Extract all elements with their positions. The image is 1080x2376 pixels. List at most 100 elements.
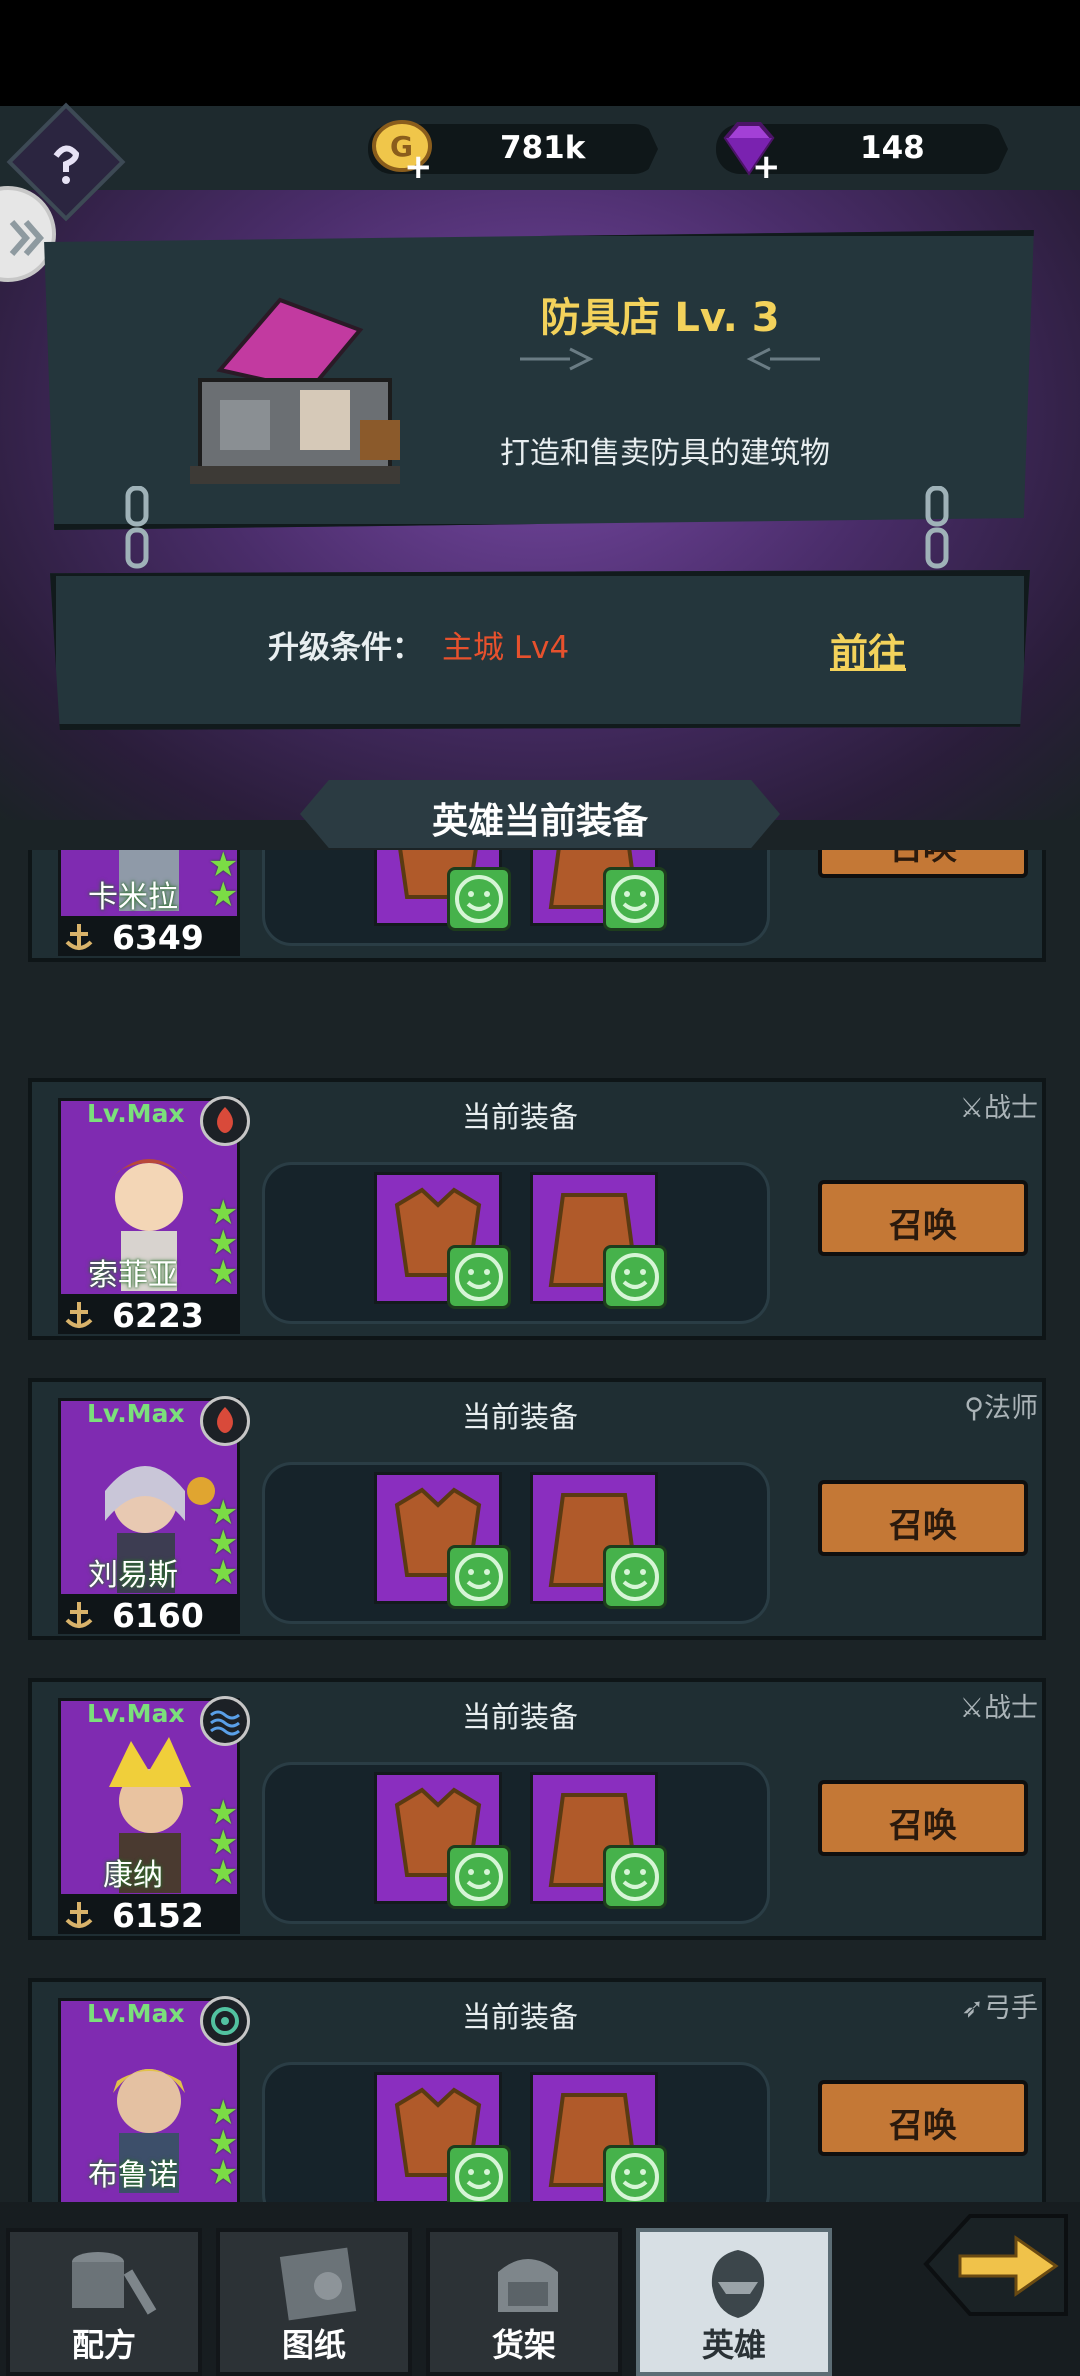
armor-shop-building-icon: [190, 297, 400, 484]
smile-badge: [447, 1545, 511, 1609]
smile-face-icon: [455, 1253, 503, 1301]
summon-button[interactable]: 召唤: [818, 2080, 1028, 2156]
smile-face-icon: [455, 1853, 503, 1901]
nav-label: 配方: [71, 2326, 136, 2364]
add-gem-button[interactable]: +: [752, 150, 781, 184]
hero-level: Lv.Max: [87, 1999, 185, 2028]
hero-class-label: ⚲法师: [964, 1393, 1038, 1424]
gold-value: 781k: [500, 130, 586, 166]
equipment-slot-box: [262, 2062, 770, 2202]
smile-badge: [603, 1845, 667, 1909]
smile-face-icon: [611, 875, 659, 923]
nav-label: 图纸: [281, 2326, 346, 2364]
fire-element-icon: [200, 1096, 250, 1146]
hero-name: 布鲁诺: [88, 2158, 178, 2193]
armor-item[interactable]: [374, 2072, 511, 2202]
hero-power: 6223: [112, 1296, 204, 1335]
smile-face-icon: [455, 875, 503, 923]
tab-blueprint[interactable]: 图纸: [216, 2228, 412, 2376]
tab-shelf[interactable]: 货架: [426, 2228, 622, 2376]
nav-label: 英雄: [701, 2326, 766, 2364]
tab-recipe[interactable]: 配方: [6, 2228, 202, 2376]
tab-hero[interactable]: 英雄: [636, 2228, 832, 2376]
current-equip-label: 当前装备: [462, 1400, 579, 1434]
hero-power-row: 6349: [58, 916, 240, 957]
shop-title: 防具店 Lv. 3: [540, 295, 780, 341]
add-gold-button[interactable]: +: [404, 150, 433, 184]
equipment-slot-box: [262, 850, 770, 946]
smile-badge: [447, 1845, 511, 1909]
recipe-icon: [72, 2252, 157, 2315]
smile-badge: [603, 867, 667, 931]
hero-level: Lv.Max: [87, 1099, 185, 1128]
equipment-slot-box: [262, 1162, 770, 1324]
hero-equipment-list[interactable]: 卡米拉 ★ ★ ★ 6349: [0, 850, 1080, 2202]
smile-badge: [603, 1545, 667, 1609]
current-equip-label: 当前装备: [462, 2000, 579, 2034]
next-arrow-button[interactable]: [920, 2206, 1070, 2324]
hero-card: 当前装备 ⚔战士 Lv.Max 康纳 ★ ★ ★ 6152 召唤: [28, 1678, 1046, 1940]
star-icon: ★: [208, 875, 239, 915]
chain-right-icon: [925, 486, 949, 569]
hero-level: Lv.Max: [87, 1699, 185, 1728]
status-bar: [0, 0, 1080, 106]
armor-item[interactable]: [530, 1472, 667, 1609]
summon-label: 召唤: [889, 1806, 957, 1846]
smile-face-icon: [455, 1553, 503, 1601]
hero-name: 康纳: [103, 1858, 163, 1893]
goto-link[interactable]: 前往: [830, 622, 906, 677]
shop-description: 打造和售卖防具的建筑物: [500, 436, 830, 471]
equipment-slot-box: [262, 1462, 770, 1624]
hero-power: 6349: [112, 918, 204, 957]
upgrade-condition-label: 升级条件：: [268, 630, 423, 666]
smile-badge: [447, 2145, 511, 2202]
current-equip-label: 当前装备: [462, 1100, 579, 1134]
armor-item[interactable]: [374, 850, 511, 931]
question-icon: [53, 145, 80, 184]
section-title: 英雄当前装备: [431, 801, 648, 842]
armor-item[interactable]: [374, 1772, 511, 1909]
summon-button[interactable]: 召唤: [818, 1180, 1028, 1256]
armor-item[interactable]: [374, 1172, 511, 1309]
hero-power: 6152: [112, 1896, 204, 1935]
chain-left-icon: [125, 486, 149, 569]
star-icon: ★: [208, 1553, 239, 1593]
armor-item[interactable]: [374, 1472, 511, 1609]
smile-face-icon: [455, 2153, 503, 2201]
hero-icon: [711, 2250, 765, 2318]
armor-item[interactable]: [530, 850, 667, 931]
nav-label: 货架: [491, 2326, 556, 2364]
hero-level: Lv.Max: [87, 1399, 185, 1428]
hero-power-row: 6223: [58, 1294, 240, 1335]
armor-item[interactable]: [530, 1172, 667, 1309]
summon-button[interactable]: 召唤: [818, 1480, 1028, 1556]
gem-value: 148: [860, 130, 925, 166]
hero-stars: ★ ★ ★: [208, 1196, 248, 1290]
wind-element-icon: [200, 1996, 250, 2046]
staff-icon: ⚲: [964, 1393, 984, 1424]
hero-class-label: ➶弓手: [961, 1993, 1038, 2024]
smile-face-icon: [611, 1853, 659, 1901]
armor-item[interactable]: [530, 1772, 667, 1909]
equipment-slot-box: [262, 1762, 770, 1924]
hero-power-row: 6160: [58, 1594, 240, 1635]
fire-element-icon: [200, 1396, 250, 1446]
hero-card: 当前装备 ➶弓手 Lv.Max 布鲁诺 ★ ★ ★ 召唤: [28, 1978, 1046, 2202]
hero-card: 当前装备 ⚔战士 Lv.Max 索菲亚 ★ ★ ★ 6223 召唤: [28, 1078, 1046, 1340]
smile-face-icon: [611, 1253, 659, 1301]
shelf-icon: [498, 2259, 558, 2312]
upgrade-condition-value: 主城 Lv4: [442, 630, 570, 666]
hero-stars: ★ ★ ★: [208, 850, 248, 915]
hero-card: 卡米拉 ★ ★ ★ 6349: [28, 850, 1046, 962]
anchor-icon: [65, 924, 93, 950]
anchor-icon: [65, 1902, 93, 1928]
summon-label: 召唤: [822, 850, 1024, 869]
smile-badge: [447, 1245, 511, 1309]
ornament-divider: [520, 347, 820, 371]
sword-icon: ⚔: [959, 1093, 984, 1124]
summon-button[interactable]: 召唤: [818, 1780, 1028, 1856]
hero-stars: ★ ★ ★: [208, 1496, 248, 1593]
hero-class-label: ⚔战士: [959, 1693, 1038, 1724]
summon-button[interactable]: 召唤: [818, 850, 1028, 878]
armor-item[interactable]: [530, 2072, 667, 2202]
